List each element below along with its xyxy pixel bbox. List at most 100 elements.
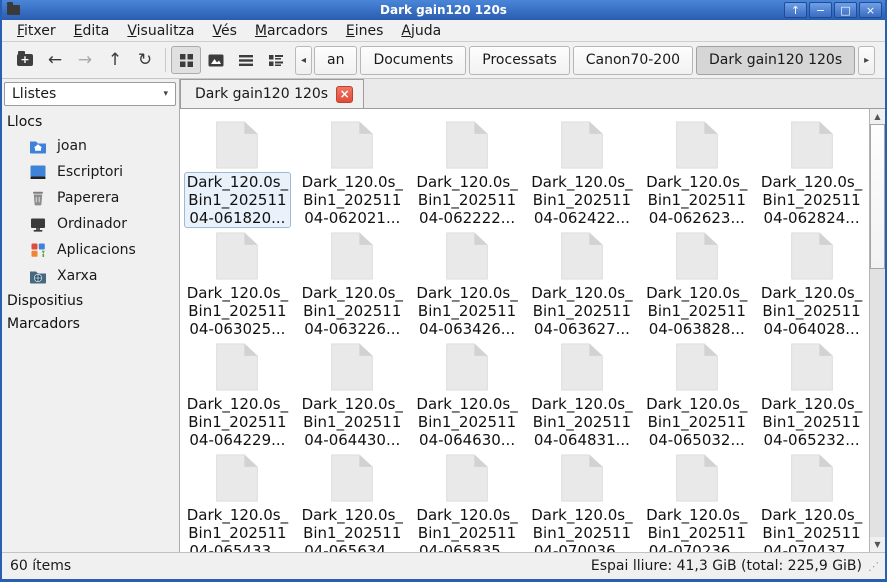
sidebar-item-xarxa[interactable]: Xarxa [2,263,179,289]
reload-button[interactable]: ↻ [130,46,160,74]
file-item[interactable]: Dark_120.0s_ Bin1_202511 04-063226... [295,232,410,343]
sidebar: Llistes ▾ Llocs joan Escriptori Paperera… [2,79,180,552]
breadcrumb-processats[interactable]: Processats [469,46,569,75]
tab-dark-gain120-120s[interactable]: Dark gain120 120s × [180,79,364,108]
menu-visualitza[interactable]: Visualitza [118,21,203,41]
sidebar-section-dispositius[interactable]: Dispositius [2,289,179,312]
menu-fitxer[interactable]: Fitxer [8,21,65,41]
close-button[interactable]: × [859,2,882,18]
sidebar-item-escriptori[interactable]: Escriptori [2,159,179,185]
up-button[interactable]: ↑ [100,46,130,74]
file-item[interactable]: Dark_120.0s_ Bin1_202511 04-064430... [295,343,410,454]
chevron-down-icon: ▾ [163,89,168,99]
file-item[interactable]: Dark_120.0s_ Bin1_202511 04-062824... [754,121,869,232]
file-item[interactable]: Dark_120.0s_ Bin1_202511 04-061820... [180,121,295,232]
scrollbar-track[interactable] [870,124,885,537]
file-manager-window: Dark gain120 120s ↑ − □ × Fitxer Edita V… [0,0,887,582]
file-label: Dark_120.0s_ Bin1_202511 04-070036... [528,505,635,552]
forward-button[interactable]: → [70,46,100,74]
file-item[interactable]: Dark_120.0s_ Bin1_202511 04-063426... [410,232,525,343]
scrollbar-thumb[interactable] [870,124,885,269]
file-grid[interactable]: Dark_120.0s_ Bin1_202511 04-061820... Da… [180,109,869,552]
file-item[interactable]: Dark_120.0s_ Bin1_202511 04-062222... [410,121,525,232]
file-item[interactable]: Dark_120.0s_ Bin1_202511 04-062623... [639,121,754,232]
file-item[interactable]: Dark_120.0s_ Bin1_202511 04-064630... [410,343,525,454]
file-icon [559,343,605,391]
sidebar-section-llocs: Llocs [2,110,179,133]
file-label: Dark_120.0s_ Bin1_202511 04-061820... [184,172,291,228]
maximize-button[interactable]: □ [834,2,857,18]
menu-ajuda[interactable]: Ajuda [392,21,450,41]
resize-grip[interactable]: ⋰ [868,560,879,573]
vertical-scrollbar[interactable]: ▲ ▼ [869,109,885,552]
file-label: Dark_120.0s_ Bin1_202511 04-063426... [413,283,520,339]
file-item[interactable]: Dark_120.0s_ Bin1_202511 04-065433... [180,454,295,552]
sidebar-item-aplicacions[interactable]: Aplicacions [2,237,179,263]
menu-marcadors[interactable]: Marcadors [246,21,337,41]
file-item[interactable]: Dark_120.0s_ Bin1_202511 04-070036... [525,454,640,552]
breadcrumb-documents[interactable]: Documents [360,46,466,75]
file-item[interactable]: Dark_120.0s_ Bin1_202511 04-065634... [295,454,410,552]
file-label: Dark_120.0s_ Bin1_202511 04-065835... [413,505,520,552]
file-icon [559,454,605,502]
list-view-button[interactable] [231,46,261,74]
shade-window-button[interactable]: ↑ [784,2,807,18]
path-scroll-left-button[interactable]: ◂ [295,46,312,75]
file-icon [559,232,605,280]
file-item[interactable]: Dark_120.0s_ Bin1_202511 04-064028... [754,232,869,343]
window-title: Dark gain120 120s [2,3,885,17]
scroll-down-icon[interactable]: ▼ [870,537,885,552]
compact-view-button[interactable] [261,46,291,74]
sidebar-item-paperera[interactable]: Paperera [2,185,179,211]
menu-eines[interactable]: Eines [337,21,393,41]
file-icon [329,454,375,502]
sidebar-item-joan[interactable]: joan [2,133,179,159]
file-label: Dark_120.0s_ Bin1_202511 04-065634... [299,505,406,552]
back-button[interactable]: ← [40,46,70,74]
file-item[interactable]: Dark_120.0s_ Bin1_202511 04-063627... [525,232,640,343]
file-icon [559,121,605,169]
icon-view-button[interactable] [171,46,201,74]
breadcrumb-joan[interactable]: an [314,46,357,75]
file-item[interactable]: Dark_120.0s_ Bin1_202511 04-064831... [525,343,640,454]
file-icon [444,121,490,169]
file-item[interactable]: Dark_120.0s_ Bin1_202511 04-064229... [180,343,295,454]
file-icon [329,343,375,391]
thumbnail-view-icon [208,54,224,67]
file-label: Dark_120.0s_ Bin1_202511 04-064229... [184,394,291,450]
path-scroll-right-button[interactable]: ▸ [858,46,875,75]
file-item[interactable]: Dark_120.0s_ Bin1_202511 04-065032... [639,343,754,454]
file-item[interactable]: Dark_120.0s_ Bin1_202511 04-063025... [180,232,295,343]
file-item[interactable]: Dark_120.0s_ Bin1_202511 04-062021... [295,121,410,232]
file-label: Dark_120.0s_ Bin1_202511 04-064630... [413,394,520,450]
file-item[interactable]: Dark_120.0s_ Bin1_202511 04-065232... [754,343,869,454]
sidebar-item-label: Escriptori [57,164,123,180]
tab-close-icon[interactable]: × [336,86,353,103]
menu-edita[interactable]: Edita [65,21,119,41]
file-icon [214,232,260,280]
menu-ves[interactable]: Vés [204,21,246,41]
file-item[interactable]: Dark_120.0s_ Bin1_202511 04-063828... [639,232,754,343]
file-item[interactable]: Dark_120.0s_ Bin1_202511 04-065835... [410,454,525,552]
toolbar-separator [165,48,166,72]
sidebar-item-ordinador[interactable]: Ordinador [2,211,179,237]
sidebar-mode-select[interactable]: Llistes ▾ [4,82,176,106]
desktop-icon [29,163,47,181]
scroll-up-icon[interactable]: ▲ [870,109,885,124]
file-icon [674,343,720,391]
applications-icon [29,241,47,259]
file-icon [789,121,835,169]
file-item[interactable]: Dark_120.0s_ Bin1_202511 04-070437... [754,454,869,552]
items-count: 60 ítems [10,558,71,574]
minimize-button[interactable]: − [809,2,832,18]
file-label: Dark_120.0s_ Bin1_202511 04-063025... [184,283,291,339]
breadcrumb-canon70-200[interactable]: Canon70-200 [573,46,693,75]
sidebar-section-marcadors[interactable]: Marcadors [2,312,179,335]
new-tab-button[interactable]: + [10,46,40,74]
breadcrumb-dark-gain120-120s[interactable]: Dark gain120 120s [696,46,855,75]
file-item[interactable]: Dark_120.0s_ Bin1_202511 04-070236... [639,454,754,552]
new-tab-icon: + [17,54,33,66]
file-item[interactable]: Dark_120.0s_ Bin1_202511 04-062422... [525,121,640,232]
thumbnail-view-button[interactable] [201,46,231,74]
file-icon [214,121,260,169]
